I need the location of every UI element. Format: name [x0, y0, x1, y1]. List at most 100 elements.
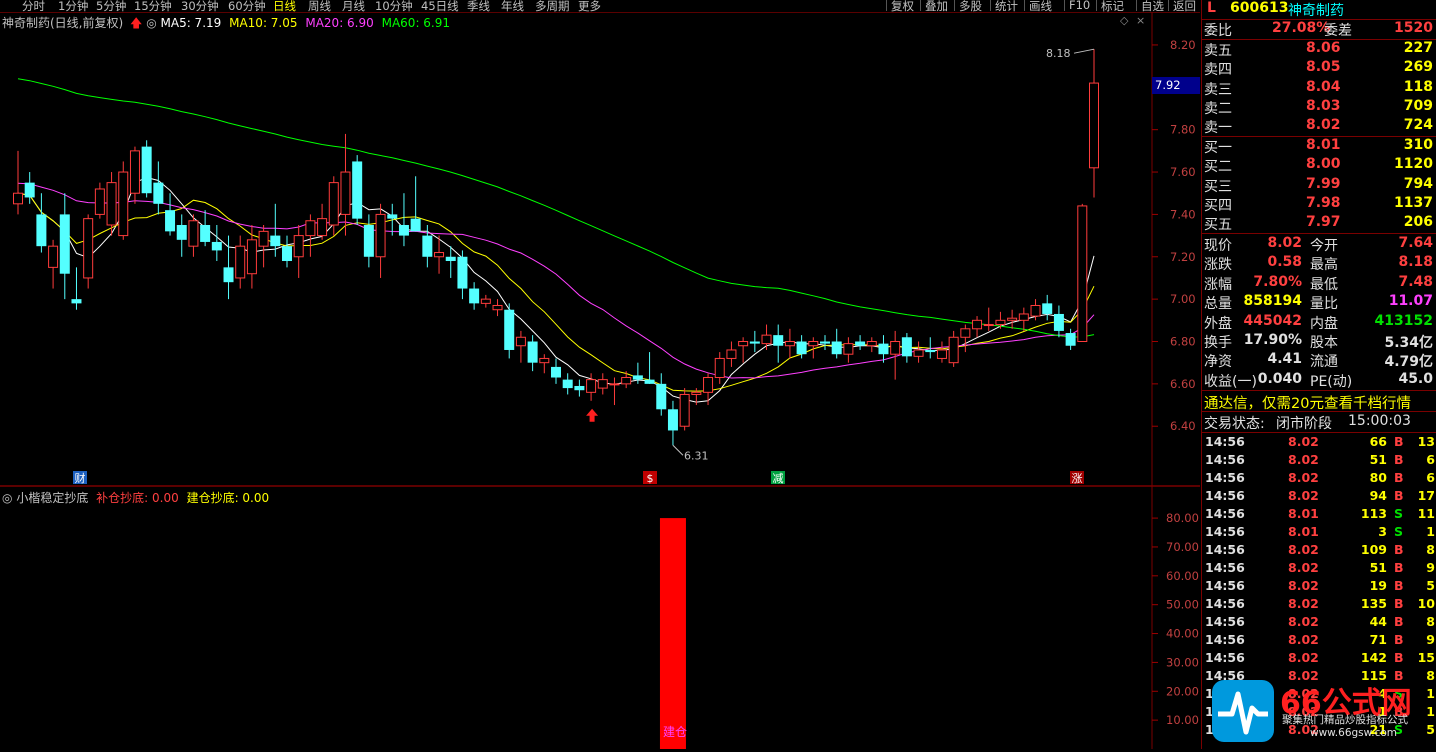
symbol-prefix: L: [1207, 0, 1216, 16]
event-marker-3[interactable]: 涨: [1072, 472, 1083, 485]
candle: [983, 307, 994, 331]
notice-text[interactable]: 通达信，仅需20元查看千档行情: [1204, 392, 1411, 413]
candle: [363, 214, 374, 268]
candle: [574, 379, 585, 397]
settings-circle-icon[interactable]: ◎: [146, 16, 156, 30]
stock-name[interactable]: 神奇制药: [1288, 0, 1344, 20]
candle: [972, 316, 983, 338]
ask-row[interactable]: 卖五 8.06 227: [1202, 40, 1436, 59]
indicator-tick: 10.00: [1166, 713, 1199, 727]
notice-row[interactable]: 通达信，仅需20元查看千档行情: [1202, 392, 1436, 412]
tick-row: 14:56 8.02 66 B 13: [1205, 434, 1435, 449]
ma20-label: MA20: 6.90: [305, 16, 374, 30]
event-marker-2[interactable]: 减: [773, 472, 784, 485]
price-tick: 6.80: [1170, 334, 1196, 348]
toolbar-button-1[interactable]: 叠加: [920, 0, 952, 13]
kline-chart[interactable]: 8.208.007.807.607.407.207.006.806.606.40…: [0, 11, 1200, 749]
candle: [562, 373, 573, 395]
ma60-label: MA60: 6.91: [381, 16, 451, 30]
tick-row: 14:56 8.01 113 S 11: [1205, 506, 1435, 521]
candle: [948, 330, 959, 367]
candle: [901, 333, 912, 363]
candle: [761, 324, 772, 350]
trade-time: 15:00:03: [1348, 413, 1411, 429]
ask-row[interactable]: 卖二 8.03 709: [1202, 98, 1436, 117]
candle: [609, 377, 620, 406]
candle: [656, 373, 667, 416]
candle: [1053, 305, 1064, 338]
current-price-marker: 7.92: [1152, 77, 1200, 94]
candle: [235, 235, 246, 289]
event-marker-0[interactable]: 财: [75, 471, 86, 485]
indicator-tick: 80.00: [1166, 511, 1199, 525]
indicator-tick: 60.00: [1166, 569, 1199, 583]
bid-row[interactable]: 买一 8.01 310: [1202, 137, 1436, 156]
candle: [340, 133, 351, 236]
dropdown-circle-icon[interactable]: ◎: [2, 491, 12, 505]
price-tick: 6.60: [1170, 377, 1196, 391]
indicator-header: ◎ 小楷稳定抄底 补仓抄底: 0.00 建仓抄底: 0.00: [2, 489, 269, 506]
bid-row[interactable]: 买三 7.99 794: [1202, 176, 1436, 195]
indicator-name: 小楷稳定抄底: [16, 491, 89, 505]
ask-row[interactable]: 卖四 8.05 269: [1202, 59, 1436, 78]
candle: [1065, 328, 1076, 350]
ask-row[interactable]: 卖一 8.02 724: [1202, 117, 1436, 136]
candle: [282, 235, 292, 268]
candle: [667, 400, 678, 446]
tick-row: 14:56 8.02 19 B 5: [1205, 578, 1435, 593]
candle: [13, 150, 23, 215]
toolbar-button-5[interactable]: F10: [1064, 0, 1094, 12]
indicator-bar-label: 建仓: [663, 725, 687, 739]
candle: [749, 330, 760, 353]
trade-status-row: 交易状态: 闭市阶段 15:00:03: [1204, 413, 1411, 432]
toolbar-button-2[interactable]: 多股: [954, 0, 986, 13]
candle: [714, 352, 725, 384]
chart-area[interactable]: 8.208.007.807.607.407.207.006.806.606.40…: [0, 11, 1200, 749]
candle: [410, 176, 421, 232]
stat-row: 净资 4.41 流通 4.79亿: [1204, 351, 1433, 371]
price-tick: 6.40: [1170, 419, 1196, 433]
bid-row[interactable]: 买四 7.98 1137: [1202, 195, 1436, 214]
candle: [211, 224, 222, 262]
tick-row: 14:56 8.02 51 B 6: [1205, 452, 1435, 467]
chart-header: 神奇制药(日线,前复权) 🡅 ◎ MA5: 7.19 MA10: 7.05 MA…: [2, 14, 450, 35]
buy-arrow-icon: [586, 408, 599, 422]
candle: [831, 328, 842, 359]
candle: [621, 371, 632, 389]
candle: [305, 214, 316, 257]
price-tick: 7.20: [1170, 250, 1196, 264]
close-icon[interactable]: ×: [1136, 14, 1145, 27]
candle: [936, 341, 947, 363]
indicator-tick: 20.00: [1166, 684, 1199, 698]
ma20-line: [17, 182, 1095, 379]
candle: [165, 193, 176, 236]
bid-row[interactable]: 买二 8.00 1120: [1202, 156, 1436, 175]
stat-row: 涨幅 7.80% 最低 7.48: [1204, 273, 1433, 293]
price-tick: 7.80: [1170, 123, 1196, 137]
toolbar-button-7[interactable]: 自选: [1136, 0, 1168, 13]
chart-controls[interactable]: ◇ ×: [1120, 14, 1145, 27]
toolbar-button-4[interactable]: 画线: [1024, 0, 1056, 13]
toolbar-button-6[interactable]: 标记: [1096, 0, 1128, 13]
candle: [469, 282, 480, 310]
toolbar-button-0[interactable]: 复权: [886, 0, 918, 13]
toolbar-button-3[interactable]: 统计: [990, 0, 1022, 13]
diamond-icon[interactable]: ◇: [1120, 14, 1128, 27]
candle: [738, 337, 749, 363]
ask-row[interactable]: 卖三 8.04 118: [1202, 79, 1436, 98]
ma60-line: [17, 78, 1095, 338]
candle: [527, 335, 538, 372]
event-marker-1[interactable]: $: [647, 472, 654, 485]
candle: [59, 193, 70, 300]
bid-row[interactable]: 买五 7.97 206: [1202, 214, 1436, 233]
toolbar-button-8[interactable]: 返回: [1168, 0, 1200, 13]
tick-row: 14:56 8.02 142 B 15: [1205, 650, 1435, 665]
indicator-line2: 建仓抄底: 0.00: [186, 491, 270, 505]
indicator-tick: 70.00: [1166, 540, 1199, 554]
candle: [1018, 307, 1029, 331]
candle: [679, 388, 690, 431]
indicator-bar: [659, 518, 686, 749]
candle: [960, 324, 971, 353]
candle: [352, 155, 363, 225]
tick-row: 14:56 8.02 135 B 10: [1205, 596, 1435, 611]
